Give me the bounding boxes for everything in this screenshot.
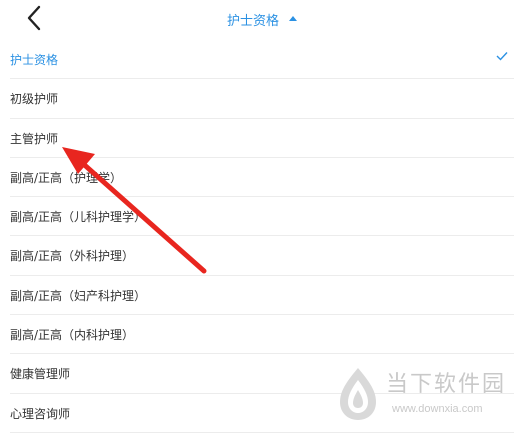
list-item-label: 主管护师: [10, 131, 59, 146]
check-icon: [496, 52, 508, 61]
list-item-label: 副高/正高（儿科护理学）: [10, 210, 147, 225]
list-item-label: 心理咨询师: [10, 406, 71, 421]
list-item-label: 副高/正高（妇产科护理）: [10, 288, 147, 303]
list-item-senior-surgical-nursing[interactable]: 副高/正高（外科护理）: [10, 236, 514, 276]
list-item-label: 副高/正高（外科护理）: [10, 249, 135, 264]
page-title: 护士资格: [226, 14, 279, 29]
list-item-senior-pediatric-nursing[interactable]: 副高/正高（儿科护理学）: [10, 197, 514, 237]
list-item-junior-nurse[interactable]: 初级护师: [10, 79, 514, 119]
top-bar: 护士资格: [0, 0, 524, 40]
list-item-nurse-qualification[interactable]: 护士资格: [10, 40, 514, 80]
list-item-label: 副高/正高（内科护理）: [10, 328, 135, 343]
list-item-senior-nursing[interactable]: 副高/正高（护理学）: [10, 158, 514, 198]
list-item-label: 初级护师: [10, 92, 59, 107]
list-item-senior-obstetric-nursing[interactable]: 副高/正高（妇产科护理）: [10, 276, 514, 316]
list-item-psychological-counselor[interactable]: 心理咨询师: [10, 394, 514, 433]
category-list: 护士资格 初级护师 主管护师 副高/正高（护理学） 副高/正高（儿科护理学） 副…: [0, 40, 524, 433]
list-item-label: 护士资格: [10, 53, 59, 67]
list-item-charge-nurse[interactable]: 主管护师: [10, 119, 514, 158]
list-item-label: 副高/正高（护理学）: [10, 170, 123, 185]
list-item-label: 健康管理师: [10, 367, 71, 382]
caret-up-icon: [289, 16, 298, 21]
list-item-senior-internal-nursing[interactable]: 副高/正高（内科护理）: [10, 315, 514, 355]
list-item-health-manager[interactable]: 健康管理师: [10, 354, 514, 394]
category-dropdown[interactable]: 护士资格: [0, 9, 524, 29]
